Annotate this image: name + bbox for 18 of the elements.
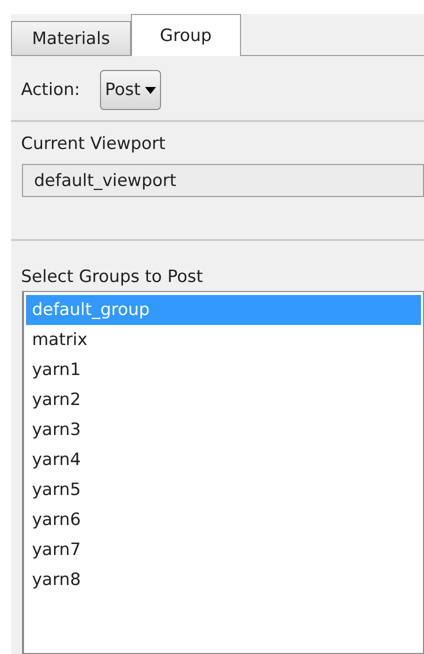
- viewport-field: default_viewport: [22, 164, 424, 197]
- viewport-label: Current Viewport: [20, 133, 166, 154]
- groups-label: Select Groups to Post: [20, 266, 204, 289]
- tab[interactable]: Group: [130, 14, 241, 56]
- action-label: Action:: [21, 80, 80, 100]
- group-item[interactable]: yarn7: [26, 535, 421, 565]
- group-item[interactable]: yarn5: [26, 475, 421, 505]
- caret-icon: [144, 86, 156, 94]
- group-item[interactable]: yarn3: [26, 415, 421, 445]
- group-item[interactable]: matrix: [26, 325, 421, 355]
- group-item[interactable]: yarn4: [26, 445, 421, 475]
- group-item[interactable]: yarn6: [26, 505, 421, 535]
- action-dropdown[interactable]: Post: [100, 70, 161, 110]
- groups-list[interactable]: default_group matrix yarn1 yarn2 yarn3 yarn4 yarn5 yarn6 yarn7 yarn8: [22, 291, 424, 654]
- tab[interactable]: Materials: [11, 21, 131, 55]
- group-item[interactable]: yarn2: [26, 385, 421, 415]
- group-item[interactable]: yarn8: [26, 565, 421, 595]
- group-item[interactable]: yarn1: [26, 355, 421, 385]
